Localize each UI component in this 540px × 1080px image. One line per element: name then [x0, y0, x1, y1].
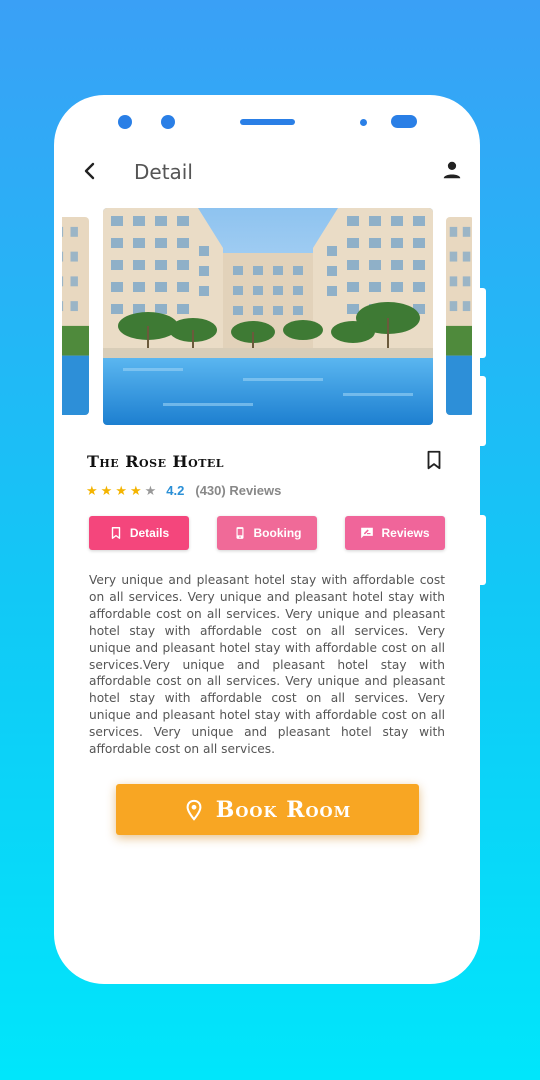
- flash-icon: [391, 115, 417, 128]
- book-room-label: Book Room: [215, 796, 352, 823]
- details-button-label: Details: [129, 526, 170, 540]
- person-icon[interactable]: [441, 159, 463, 181]
- front-camera-icon: [118, 115, 132, 129]
- book-room-button[interactable]: Book Room: [116, 784, 419, 835]
- hotel-image-next[interactable]: [446, 217, 472, 415]
- hotel-image-prev[interactable]: [62, 217, 89, 415]
- star-icon: ★: [86, 482, 98, 498]
- chevron-left-icon[interactable]: [78, 159, 102, 183]
- volume-up-button: [480, 288, 486, 358]
- rating-row: ★ ★ ★ ★ ★ 4.2 (430) Reviews: [86, 481, 281, 499]
- details-button[interactable]: Details: [89, 516, 189, 550]
- hotel-name: The Rose Hotel: [87, 452, 225, 471]
- volume-down-button: [480, 376, 486, 446]
- bookmark-icon: [111, 527, 121, 539]
- app-bar: Detail: [62, 147, 472, 197]
- speaker-grille-icon: [240, 119, 295, 125]
- app-screen: Detail The Rose Hotel ★ ★ ★ ★ ★ 4.2 (430…: [62, 147, 472, 937]
- star-icon: ★: [115, 482, 127, 498]
- location-pin-icon: [186, 799, 202, 821]
- proximity-sensor-icon: [360, 119, 367, 126]
- booking-button-label: Booking: [253, 526, 302, 540]
- rating-value: 4.2: [166, 482, 185, 498]
- reviews-button[interactable]: Reviews: [345, 516, 445, 550]
- reviews-count: (430) Reviews: [195, 482, 282, 498]
- page-title: Detail: [134, 160, 193, 184]
- sensor-dot-icon: [161, 115, 175, 129]
- phone-icon: [236, 527, 243, 539]
- star-empty-icon: ★: [144, 482, 157, 498]
- reviews-button-label: Reviews: [381, 526, 430, 540]
- rate-review-icon: [361, 527, 374, 539]
- bookmark-outline-icon[interactable]: [423, 449, 445, 471]
- phone-frame: Detail The Rose Hotel ★ ★ ★ ★ ★ 4.2 (430…: [54, 95, 486, 984]
- hotel-image-main[interactable]: [103, 208, 433, 425]
- booking-button[interactable]: Booking: [217, 516, 317, 550]
- hotel-description: Very unique and pleasant hotel stay with…: [89, 573, 445, 757]
- star-icon: ★: [100, 482, 113, 498]
- star-icon: ★: [129, 482, 142, 498]
- power-button: [480, 515, 486, 585]
